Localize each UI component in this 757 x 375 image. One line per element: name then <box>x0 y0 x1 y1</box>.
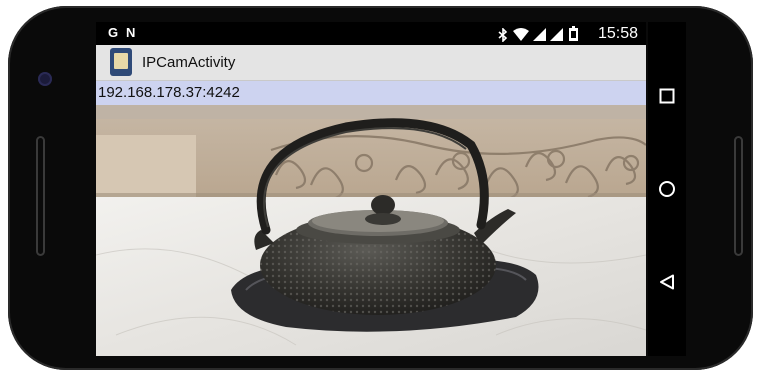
ip-address-text: 192.168.178.37:4242 <box>98 84 240 101</box>
teapot-scene <box>96 105 646 356</box>
action-bar: IPCamActivity <box>96 45 646 81</box>
back-icon <box>660 274 674 290</box>
home-icon <box>659 181 675 197</box>
status-bar: G N 15:58 <box>96 22 646 45</box>
battery-icon <box>569 26 578 41</box>
app-icon[interactable] <box>110 48 132 76</box>
signal-icon <box>533 28 546 41</box>
speaker-right <box>734 136 743 256</box>
recent-apps-icon <box>659 88 675 104</box>
front-camera <box>38 72 52 86</box>
speaker-left <box>36 136 45 256</box>
screen: G N 15:58 IPCamActivity 192.168.178.37:4… <box>96 22 646 356</box>
status-time: 15:58 <box>597 25 638 42</box>
back-button[interactable] <box>654 269 680 295</box>
signal-icon-2 <box>550 28 563 41</box>
home-button[interactable] <box>654 176 680 202</box>
recent-apps-button[interactable] <box>654 83 680 109</box>
url-bar[interactable]: 192.168.178.37:4242 <box>96 81 646 105</box>
nfc-notification-icon: N <box>126 25 136 40</box>
app-icon-inner <box>114 53 128 69</box>
wifi-icon <box>513 28 529 41</box>
camera-feed-image <box>96 105 646 356</box>
bluetooth-icon <box>498 28 508 42</box>
navigation-bar <box>648 22 686 356</box>
app-title: IPCamActivity <box>142 54 236 71</box>
google-notification-icon: G <box>108 25 119 40</box>
